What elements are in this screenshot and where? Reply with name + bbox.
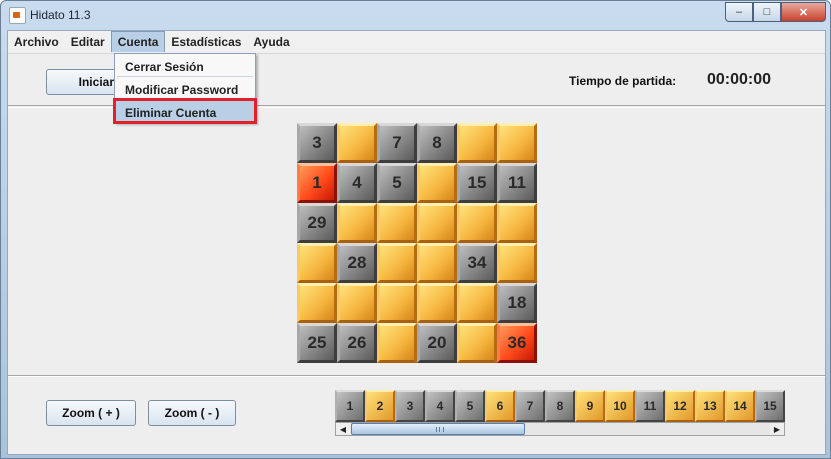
window-title: Hidato 11.3 — [30, 8, 91, 22]
board-cell[interactable]: 20 — [417, 323, 457, 363]
board-cell[interactable] — [417, 243, 457, 283]
number-tile[interactable]: 15 — [755, 390, 785, 422]
board-cell[interactable] — [337, 203, 377, 243]
board-cell[interactable] — [417, 203, 457, 243]
board-cell[interactable]: 26 — [337, 323, 377, 363]
board-cell[interactable]: 8 — [417, 123, 457, 163]
cuenta-dropdown-menu: Cerrar Sesión Modificar Password Elimina… — [113, 53, 257, 124]
close-button[interactable]: ✕ — [781, 2, 826, 22]
scroll-right-arrow-icon[interactable]: ▶ — [770, 423, 784, 435]
board-cell[interactable] — [377, 203, 417, 243]
board-cell[interactable]: 4 — [337, 163, 377, 203]
menu-cuenta[interactable]: Cuenta — [110, 31, 166, 52]
number-tile[interactable]: 10 — [605, 390, 635, 422]
board-cell[interactable]: 3 — [297, 123, 337, 163]
board-cell[interactable]: 1 — [297, 163, 337, 203]
menu-item-cerrar-sesion[interactable]: Cerrar Sesión — [115, 54, 255, 76]
board-cell[interactable] — [497, 243, 537, 283]
client-area: Archivo Editar Cuenta Estadísticas Ayuda… — [7, 30, 826, 455]
time-value: 00:00:00 — [707, 71, 772, 88]
number-tile[interactable]: 8 — [545, 390, 575, 422]
menu-item-eliminar-cuenta[interactable]: Eliminar Cuenta — [113, 98, 257, 124]
number-tile[interactable]: 7 — [515, 390, 545, 422]
board-cell[interactable] — [297, 243, 337, 283]
board-cell[interactable] — [377, 243, 417, 283]
menu-estadisticas[interactable]: Estadísticas — [165, 31, 247, 53]
maximize-button[interactable]: □ — [753, 2, 781, 22]
board-cell[interactable] — [417, 163, 457, 203]
board-cell[interactable] — [417, 283, 457, 323]
divider — [8, 376, 825, 377]
board-cell[interactable] — [377, 283, 417, 323]
board-cell[interactable]: 25 — [297, 323, 337, 363]
scrollbar-thumb[interactable] — [351, 423, 525, 435]
menu-editar[interactable]: Editar — [65, 31, 111, 53]
number-tile[interactable]: 1 — [335, 390, 365, 422]
number-tile[interactable]: 2 — [365, 390, 395, 422]
number-tile[interactable]: 4 — [425, 390, 455, 422]
number-tile[interactable]: 12 — [665, 390, 695, 422]
board-cell[interactable]: 29 — [297, 203, 337, 243]
menu-ayuda[interactable]: Ayuda — [247, 31, 295, 53]
number-tile[interactable]: 11 — [635, 390, 665, 422]
scroll-left-arrow-icon[interactable]: ◀ — [336, 423, 350, 435]
zoom-out-button[interactable]: Zoom ( - ) — [148, 400, 236, 426]
board-cell[interactable]: 28 — [337, 243, 377, 283]
board-cell[interactable]: 36 — [497, 323, 537, 363]
board-cell[interactable] — [337, 283, 377, 323]
grip-icon — [436, 427, 444, 432]
board-cell[interactable] — [337, 123, 377, 163]
menu-bar: Archivo Editar Cuenta Estadísticas Ayuda — [8, 31, 825, 54]
board-cell[interactable] — [497, 203, 537, 243]
board-cell[interactable] — [457, 123, 497, 163]
number-tile[interactable]: 6 — [485, 390, 515, 422]
board-cell[interactable] — [457, 283, 497, 323]
number-tile[interactable]: 14 — [725, 390, 755, 422]
board-cell[interactable] — [457, 323, 497, 363]
time-label: Tiempo de partida: — [569, 74, 677, 88]
board-cell[interactable] — [497, 123, 537, 163]
board-cell[interactable]: 15 — [457, 163, 497, 203]
horizontal-scrollbar[interactable]: ◀ ▶ — [335, 422, 785, 436]
board-cell[interactable]: 34 — [457, 243, 497, 283]
title-bar[interactable]: Hidato 11.3 – □ ✕ — [1, 1, 830, 29]
board-cell[interactable]: 11 — [497, 163, 537, 203]
number-tile[interactable]: 5 — [455, 390, 485, 422]
board-cell[interactable] — [297, 283, 337, 323]
number-tile[interactable]: 9 — [575, 390, 605, 422]
board-cell[interactable] — [377, 323, 417, 363]
number-strip: 1 2 3 4 5 6 7 8 9 10 11 12 13 14 15 — [335, 390, 785, 422]
number-tile[interactable]: 3 — [395, 390, 425, 422]
zoom-in-button[interactable]: Zoom ( + ) — [46, 400, 136, 426]
board-cell[interactable]: 18 — [497, 283, 537, 323]
board-cell[interactable] — [457, 203, 497, 243]
menu-item-modificar-password[interactable]: Modificar Password — [115, 77, 255, 99]
minimize-button[interactable]: – — [725, 2, 753, 22]
hidato-board: 3 7 8 1 4 5 15 11 29 28 34 18 25 26 20 36 — [297, 123, 537, 363]
number-tile[interactable]: 13 — [695, 390, 725, 422]
window-controls: – □ ✕ — [725, 2, 826, 22]
board-cell[interactable]: 7 — [377, 123, 417, 163]
board-cell[interactable]: 5 — [377, 163, 417, 203]
main-window: Hidato 11.3 – □ ✕ Archivo Editar Cuenta … — [0, 0, 831, 459]
java-app-icon — [9, 7, 26, 24]
menu-archivo[interactable]: Archivo — [8, 31, 65, 53]
